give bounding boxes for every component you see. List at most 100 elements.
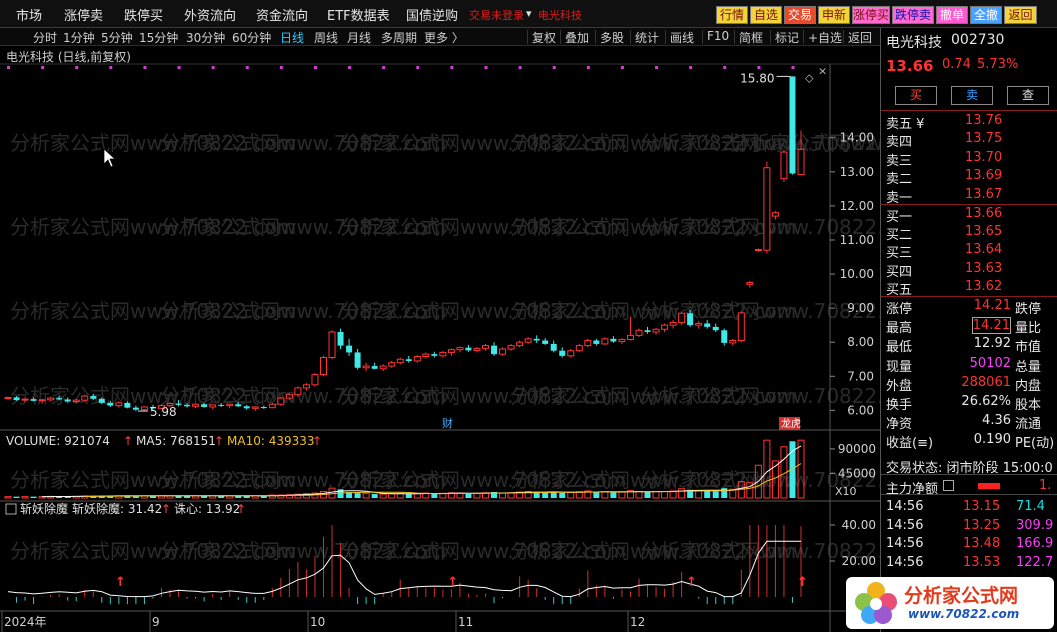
toolbar-button-3[interactable]: 统计 bbox=[635, 29, 659, 46]
stat-label: 收益(≡) bbox=[886, 436, 934, 452]
ask-row[interactable]: 卖五 ¥ 13.76 bbox=[881, 112, 1057, 132]
indicator-sub-value: 诛心: 13.92 bbox=[174, 502, 240, 516]
tick-time: 14:56 bbox=[886, 517, 924, 533]
candle-body bbox=[729, 340, 737, 344]
volume-bar bbox=[21, 496, 29, 499]
finance-badge[interactable]: 财 bbox=[442, 416, 453, 430]
stat-label: 最低 bbox=[886, 340, 913, 356]
kline-chart[interactable]: 分析家公式网www.70822.com分析家公式网www.70822.com分析… bbox=[0, 46, 880, 632]
toolbar-button-8[interactable]: +自选 bbox=[808, 29, 842, 46]
list-icon[interactable] bbox=[943, 480, 954, 491]
up-arrow-icon: ↑ bbox=[214, 434, 224, 448]
bid-row[interactable]: 买四 13.63 bbox=[881, 260, 1057, 280]
indicator-settings-icon[interactable] bbox=[5, 503, 17, 515]
period-tab-0[interactable]: 分时 bbox=[33, 29, 57, 46]
menu-foreign-flow[interactable]: 外资流向 bbox=[184, 5, 236, 24]
bid-row[interactable]: 买三 13.64 bbox=[881, 241, 1057, 261]
menu-etf-data[interactable]: ETF数据表 bbox=[327, 5, 390, 24]
candle-body bbox=[439, 351, 447, 357]
ask-row[interactable]: 卖一 13.67 bbox=[881, 186, 1057, 206]
buy-button[interactable]: 买 bbox=[895, 86, 937, 105]
volume-bar bbox=[644, 492, 651, 498]
quick-button-8[interactable]: 返回 bbox=[1004, 6, 1037, 24]
ask-row[interactable]: 卖四 13.75 bbox=[881, 130, 1057, 150]
volume-bar bbox=[704, 490, 711, 498]
toolbar-separator bbox=[630, 30, 631, 44]
candle-body bbox=[695, 322, 703, 326]
candle-body bbox=[243, 406, 250, 409]
signal-dot bbox=[586, 66, 590, 69]
volume-bar bbox=[354, 493, 361, 498]
ask-row[interactable]: 卖三 13.70 bbox=[881, 149, 1057, 169]
diamond-icon[interactable]: ◇ bbox=[805, 71, 814, 84]
period-tab-1[interactable]: 1分钟 bbox=[63, 29, 95, 46]
toolbar-button-4[interactable]: 画线 bbox=[670, 29, 694, 46]
toolbar-button-1[interactable]: 叠加 bbox=[565, 29, 589, 46]
toolbar-separator bbox=[702, 30, 703, 44]
candle-body bbox=[115, 402, 123, 407]
top-menu-bar: 市场 涨停卖 跌停买 外资流向 资金流向 ETF数据表 国债逆购 交易未登录 ▾… bbox=[0, 0, 1057, 28]
quick-button-7[interactable]: 全撤 bbox=[970, 6, 1002, 24]
buy-signal-arrow-icon: ↑ bbox=[686, 575, 697, 590]
toolbar-button-9[interactable]: 返回 bbox=[848, 29, 872, 46]
bid-row[interactable]: 买一 13.66 bbox=[881, 205, 1057, 225]
signal-dot bbox=[450, 66, 454, 69]
sell-button[interactable]: 卖 bbox=[951, 86, 993, 105]
period-tab-7[interactable]: 周线 bbox=[314, 29, 338, 46]
ask-price: 13.67 bbox=[965, 186, 1003, 202]
buy-signal-arrow-icon: ↑ bbox=[115, 575, 126, 590]
candle-body bbox=[712, 326, 719, 331]
candle-body bbox=[422, 353, 430, 358]
query-button[interactable]: 查 bbox=[1007, 86, 1049, 105]
candle-body bbox=[584, 340, 592, 347]
candle-body bbox=[13, 397, 20, 401]
period-tab-6[interactable]: 日线 bbox=[280, 29, 304, 46]
dragon-tiger-badge-label: 龙虎 bbox=[781, 417, 801, 430]
period-tab-2[interactable]: 5分钟 bbox=[101, 29, 133, 46]
candle-body bbox=[72, 399, 80, 403]
toolbar-button-7[interactable]: 标记 bbox=[775, 29, 799, 46]
menu-limit-up-sell[interactable]: 涨停卖 bbox=[64, 5, 103, 24]
menu-fund-flow[interactable]: 资金流向 bbox=[256, 5, 308, 24]
quick-button-5[interactable]: 跌停卖 bbox=[892, 6, 934, 24]
volume-bar bbox=[413, 493, 421, 499]
toolbar-button-6[interactable]: 简框 bbox=[739, 29, 763, 46]
quick-button-3[interactable]: 申新 bbox=[818, 6, 850, 24]
candle-body bbox=[456, 347, 464, 351]
period-tab-4[interactable]: 30分钟 bbox=[186, 29, 225, 46]
period-tab-5[interactable]: 60分钟 bbox=[232, 29, 271, 46]
stock-name: 电光科技 bbox=[886, 35, 942, 51]
quick-button-0[interactable]: 行情 bbox=[716, 6, 748, 24]
quick-button-2[interactable]: 交易 bbox=[784, 6, 816, 24]
candle-body bbox=[610, 338, 617, 342]
stat-label-2: 流通 bbox=[1015, 417, 1042, 433]
trade-status[interactable]: 交易未登录 bbox=[469, 7, 524, 23]
tick-volume: 122.7 bbox=[1016, 554, 1054, 570]
candle-body bbox=[235, 404, 242, 407]
menu-market[interactable]: 市场 bbox=[6, 5, 52, 24]
candle-body bbox=[482, 345, 490, 349]
toolbar-button-5[interactable]: F10 bbox=[707, 29, 729, 43]
quick-button-6[interactable]: 撤单 bbox=[936, 6, 968, 24]
ask-row[interactable]: 卖二 13.69 bbox=[881, 167, 1057, 187]
period-toolbar: 分时 1分钟 5分钟 15分钟 30分钟 60分钟 日线 周线 月线 多周期 更多 〉 复权 叠加 多股统… bbox=[0, 28, 880, 46]
menu-repo[interactable]: 国债逆购 bbox=[406, 5, 458, 24]
candle-body bbox=[516, 341, 524, 347]
volume-bar bbox=[661, 490, 669, 499]
quick-button-1[interactable]: 自选 bbox=[750, 6, 782, 24]
toolbar-button-2[interactable]: 多股 bbox=[600, 29, 624, 46]
tick-row: 14:56 13.48 166.9 bbox=[881, 535, 1057, 553]
quick-button-4[interactable]: 涨停买 bbox=[852, 6, 890, 24]
close-icon[interactable]: × bbox=[818, 64, 827, 77]
chevron-down-icon[interactable]: ▾ bbox=[526, 7, 532, 20]
stat-label: 最高 bbox=[886, 321, 913, 337]
bid-row[interactable]: 买二 13.65 bbox=[881, 223, 1057, 243]
period-tab-3[interactable]: 15分钟 bbox=[139, 29, 178, 46]
period-tab-9[interactable]: 多周期 bbox=[381, 29, 417, 46]
tick-price: 13.48 bbox=[963, 536, 1001, 552]
bid-row[interactable]: 买五 13.62 bbox=[881, 278, 1057, 298]
menu-limit-down-buy[interactable]: 跌停买 bbox=[124, 5, 163, 24]
toolbar-button-0[interactable]: 复权 bbox=[532, 29, 556, 46]
period-tab-8[interactable]: 月线 bbox=[347, 29, 371, 46]
period-tab-10[interactable]: 更多 〉 bbox=[424, 29, 464, 46]
